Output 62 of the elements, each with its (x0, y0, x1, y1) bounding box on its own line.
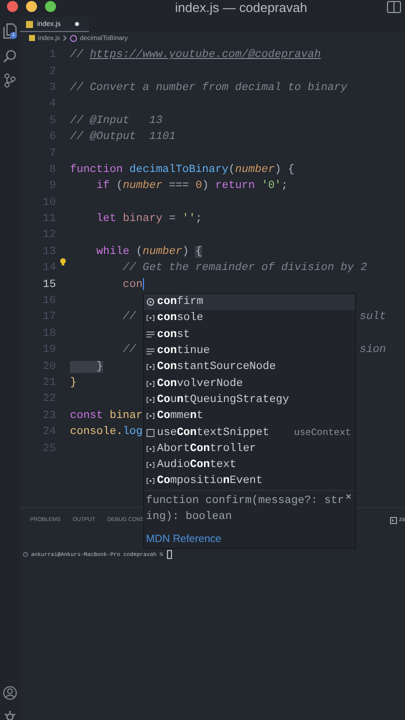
keyword-icon (146, 331, 155, 338)
layout-icon[interactable] (387, 1, 401, 13)
snippet-icon (146, 428, 155, 437)
code-line: // @Output 1101 (70, 131, 176, 144)
code-line: function decimalToBinary(number) { (70, 164, 294, 176)
code-line: if (number === 0) return '0'; (95, 180, 288, 192)
code-line: sion (360, 344, 386, 356)
code-line: // https://www.youtube.com/@codepravah (70, 49, 321, 62)
code-line: con (122, 278, 144, 292)
terminal-icon (390, 516, 397, 524)
code-line: // (122, 311, 138, 324)
terminal-cursor (167, 550, 172, 559)
signature-text: function confirm(message?: string): boolean (146, 494, 346, 525)
window-title: index.js — codepravah (175, 0, 308, 15)
code-line: } (70, 377, 77, 389)
suggestion-item[interactable]: useContextSnippet useContext (144, 424, 355, 441)
mdn-reference-link[interactable]: MDN Reference (144, 528, 355, 548)
close-button[interactable] (7, 1, 18, 12)
code-line: // (122, 344, 138, 356)
file-icon (26, 20, 33, 28)
variable-icon (146, 478, 155, 484)
suggestion-item[interactable]: confirm (144, 294, 355, 310)
variable-icon (146, 462, 155, 468)
variable-icon (146, 315, 155, 322)
method-icon (146, 298, 155, 306)
suggestion-item[interactable]: ConvolverNode (144, 375, 355, 392)
variable-icon (146, 380, 155, 387)
maximize-button[interactable] (45, 1, 56, 12)
search-icon[interactable] (3, 49, 17, 63)
code-line: const binar (70, 410, 143, 422)
prompt-dot-icon (23, 552, 28, 557)
minimize-button[interactable] (26, 1, 37, 12)
suggestion-item[interactable]: CountQueuingStrategy (144, 392, 355, 408)
suggestion-item[interactable]: const (144, 326, 355, 343)
keyword-icon (146, 348, 155, 355)
code-line: // @Input 13 (70, 114, 162, 127)
suggestion-item[interactable]: console (144, 310, 355, 327)
variable-icon (146, 364, 155, 370)
suggestion-item[interactable]: CompositionEvent (144, 473, 355, 490)
code-line: // Get the remainder of division by 2 (122, 262, 368, 274)
chevron-icon (63, 35, 68, 41)
lightbulb-icon[interactable] (60, 258, 66, 266)
suggestion-item[interactable]: continue (144, 342, 355, 360)
variable-icon (146, 396, 155, 403)
line-number: 15 (42, 278, 56, 291)
files-icon[interactable] (3, 23, 17, 39)
source-control-icon[interactable] (3, 73, 17, 88)
code-line: let binary = ''; (95, 213, 202, 226)
code-line: // Convert a number from decimal to binary (70, 82, 348, 94)
suggestion-item[interactable]: AbortController (144, 440, 355, 457)
code-line: while (number) { (95, 246, 202, 258)
code-line: console.log (70, 426, 143, 438)
suggestion-item[interactable]: ConstantSourceNode (144, 359, 355, 376)
file-icon (29, 35, 35, 41)
variable-icon (146, 446, 155, 452)
variable-icon (146, 413, 155, 420)
suggestion-item[interactable]: Comment (144, 408, 355, 424)
function-icon (70, 34, 78, 42)
code-line: sult (360, 311, 386, 324)
suggestion-item[interactable]: AudioContext (144, 456, 355, 474)
close-icon[interactable] (346, 494, 351, 499)
account-icon[interactable] (3, 686, 17, 700)
